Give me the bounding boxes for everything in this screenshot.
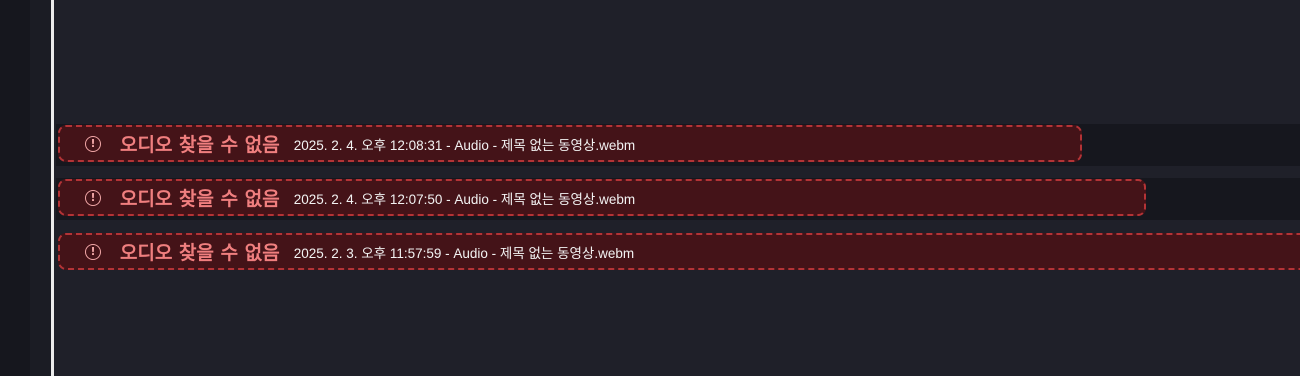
vertical-divider[interactable] xyxy=(51,0,54,376)
alert-meta: 2025. 2. 4. 오후 12:07:50 - Audio - 제목 없는 … xyxy=(293,191,636,207)
alert-meta: 2025. 2. 4. 오후 12:08:31 - Audio - 제목 없는 … xyxy=(293,137,636,153)
alert-meta: 2025. 2. 3. 오후 11:57:59 - Audio - 제목 없는 … xyxy=(293,245,635,261)
audio-missing-alert[interactable]: ! 오디오 찾을 수 없음 2025. 2. 4. 오후 12:07:50 - … xyxy=(58,179,1146,216)
alert-circle-icon: ! xyxy=(85,243,101,260)
audio-missing-alert[interactable]: ! 오디오 찾을 수 없음 2025. 2. 3. 오후 11:57:59 - … xyxy=(58,233,1300,270)
alert-title: 오디오 찾을 수 없음 xyxy=(120,188,280,210)
left-gutter xyxy=(30,0,51,376)
alert-title: 오디오 찾을 수 없음 xyxy=(120,134,280,156)
list-item: ! 오디오 찾을 수 없음 2025. 2. 4. 오후 12:07:50 - … xyxy=(56,178,1300,220)
notification-list: ! 오디오 찾을 수 없음 2025. 2. 4. 오후 12:08:31 - … xyxy=(56,124,1300,274)
alert-circle-icon: ! xyxy=(85,135,101,152)
app-window: ! 오디오 찾을 수 없음 2025. 2. 4. 오후 12:08:31 - … xyxy=(0,0,1300,376)
alert-title: 오디오 찾을 수 없음 xyxy=(120,242,280,264)
left-rail xyxy=(0,0,30,376)
alert-circle-icon: ! xyxy=(85,189,101,206)
list-item: ! 오디오 찾을 수 없음 2025. 2. 3. 오후 11:57:59 - … xyxy=(56,232,1300,274)
audio-missing-alert[interactable]: ! 오디오 찾을 수 없음 2025. 2. 4. 오후 12:08:31 - … xyxy=(58,125,1082,162)
list-item: ! 오디오 찾을 수 없음 2025. 2. 4. 오후 12:08:31 - … xyxy=(56,124,1300,166)
